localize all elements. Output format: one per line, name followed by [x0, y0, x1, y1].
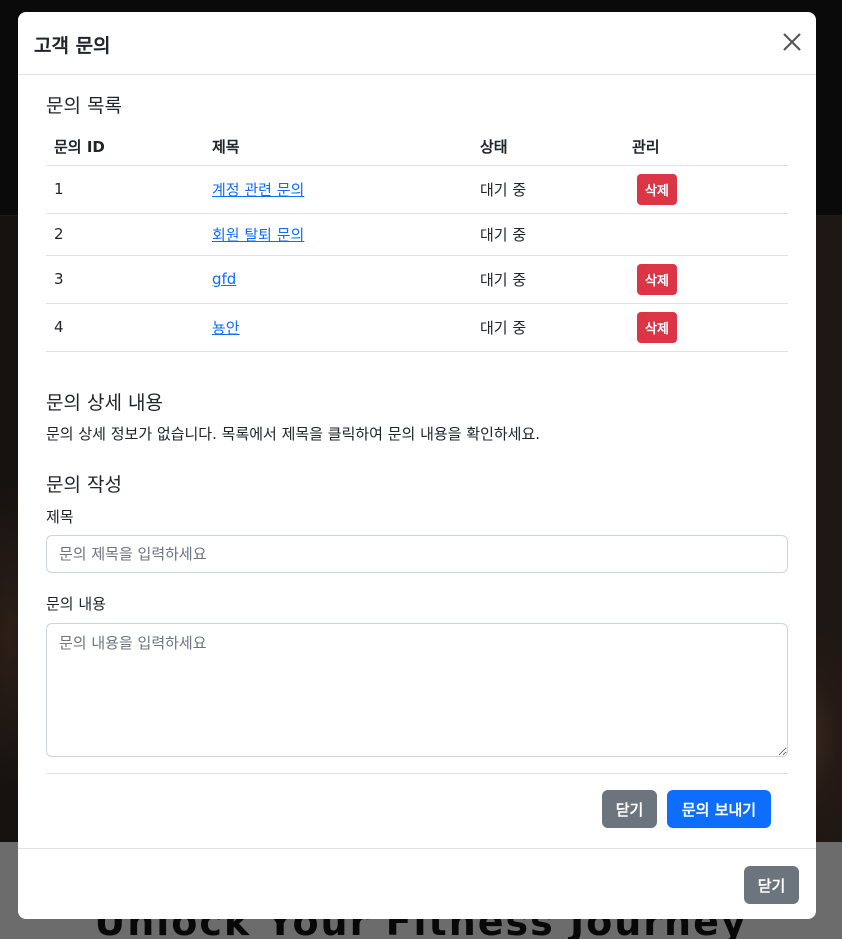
table-row: 1 계정 관련 문의 대기 중 삭제	[46, 165, 788, 214]
inquiry-title-link[interactable]: 뇽안	[212, 319, 240, 337]
column-header-id: 문의 ID	[46, 129, 204, 166]
customer-inquiry-modal: 고객 문의 문의 목록 문의 ID 제목 상태 관리 1 계정 관련 문의 대기…	[18, 12, 816, 919]
form-divider	[46, 773, 788, 774]
inquiry-title-link[interactable]: gfd	[212, 270, 236, 288]
inquiry-id: 4	[46, 303, 204, 352]
delete-button[interactable]: 삭제	[637, 263, 677, 295]
table-header-row: 문의 ID 제목 상태 관리	[46, 129, 788, 166]
inquiry-detail-title: 문의 상세 내용	[46, 392, 163, 414]
table-row: 3 gfd 대기 중 삭제	[46, 255, 788, 304]
inquiry-actions-empty	[624, 213, 788, 256]
send-inquiry-button[interactable]: 문의 보내기	[667, 790, 771, 828]
modal-title: 고객 문의	[34, 35, 111, 57]
inquiry-status: 대기 중	[472, 165, 624, 214]
inquiry-title-input[interactable]	[46, 535, 788, 573]
inquiry-table: 문의 ID 제목 상태 관리 1 계정 관련 문의 대기 중 삭제 2 회원 탈…	[46, 129, 788, 352]
inquiry-content-textarea[interactable]	[46, 623, 788, 757]
inquiry-write-title: 문의 작성	[46, 474, 122, 496]
close-icon[interactable]	[782, 32, 802, 52]
column-header-manage: 관리	[624, 129, 788, 166]
inquiry-list-title: 문의 목록	[46, 95, 122, 117]
footer-close-button[interactable]: 닫기	[744, 866, 799, 904]
inquiry-title-link[interactable]: 계정 관련 문의	[212, 181, 304, 199]
modal-header: 고객 문의	[18, 12, 816, 75]
column-header-status: 상태	[472, 129, 624, 166]
inquiry-title-link[interactable]: 회원 탈퇴 문의	[212, 226, 304, 244]
delete-button[interactable]: 삭제	[637, 311, 677, 343]
table-row: 4 뇽안 대기 중 삭제	[46, 303, 788, 352]
inquiry-detail-empty-text: 문의 상세 정보가 없습니다. 목록에서 제목을 클릭하여 문의 내용을 확인하…	[46, 425, 541, 443]
content-label: 문의 내용	[46, 595, 106, 613]
table-row: 2 회원 탈퇴 문의 대기 중	[46, 213, 788, 256]
inquiry-id: 2	[46, 213, 204, 256]
modal-footer: 닫기	[18, 848, 816, 919]
inquiry-status: 대기 중	[472, 213, 624, 256]
delete-button[interactable]: 삭제	[637, 173, 677, 205]
inquiry-status: 대기 중	[472, 255, 624, 304]
modal-body: 문의 목록 문의 ID 제목 상태 관리 1 계정 관련 문의 대기 중 삭제	[18, 75, 816, 848]
column-header-title: 제목	[204, 129, 472, 166]
inquiry-id: 3	[46, 255, 204, 304]
title-label: 제목	[46, 508, 74, 526]
form-close-button[interactable]: 닫기	[602, 790, 657, 828]
inquiry-id: 1	[46, 165, 204, 214]
inquiry-status: 대기 중	[472, 303, 624, 352]
